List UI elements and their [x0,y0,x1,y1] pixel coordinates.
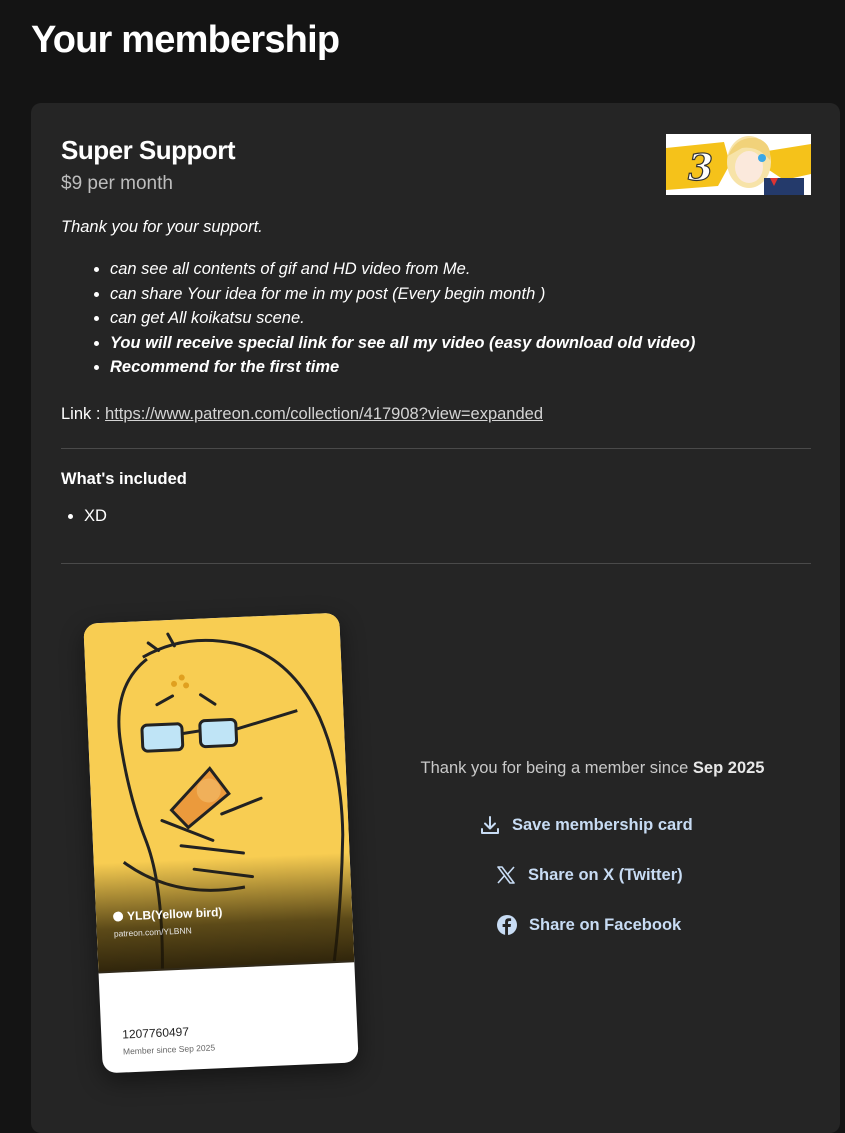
tier-title: Super Support [61,135,236,165]
membership-card-art: YLB(Yellow bird) patreon.com/YLBNN [83,612,355,974]
save-membership-card-label: Save membership card [512,815,693,834]
included-list: XD [61,507,107,526]
whats-included-heading: What's included [61,470,187,488]
download-icon [481,816,499,834]
share-on-facebook-label: Share on Facebook [529,915,682,934]
benefit-item: Recommend for the first time [110,355,821,380]
divider [61,448,811,449]
membership-tier-card: Super Support $9 per month 3 Thank you f… [31,103,840,1133]
card-member-since: Member since Sep 2025 [122,1042,216,1057]
benefit-item: can get All koikatsu scene. [110,306,821,331]
member-since-date: Sep 2025 [692,759,765,777]
collection-link[interactable]: https://www.patreon.com/collection/41790… [105,405,543,423]
benefit-item: You will receive special link for see al… [110,331,821,356]
page-title: Your membership [31,19,340,61]
card-member-id: 1207760497 [121,1024,190,1042]
collection-link-row: Link : https://www.patreon.com/collectio… [61,405,543,424]
benefit-item: can share Your idea for me in my post (E… [110,282,821,307]
tier-price: $9 per month [61,173,173,194]
membership-card-image: YLB(Yellow bird) patreon.com/YLBNN 12077… [83,612,359,1074]
benefits-list: can see all contents of gif and HD video… [61,257,821,380]
share-on-facebook-button[interactable]: Share on Facebook [497,915,681,935]
facebook-icon [497,915,517,935]
member-since-prefix: Thank you for being a member since [420,759,689,777]
link-label: Link : [61,405,101,423]
divider [61,563,811,564]
share-on-x-label: Share on X (Twitter) [528,865,683,884]
thumbnail-number: 3 [688,147,713,189]
save-membership-card-button[interactable]: Save membership card [480,815,693,835]
benefit-item: can see all contents of gif and HD video… [110,257,821,282]
tier-thanks-text: Thank you for your support. [61,218,263,236]
x-logo-icon [497,866,515,884]
member-since-text: Thank you for being a member since Sep 2… [366,759,819,778]
share-on-x-button[interactable]: Share on X (Twitter) [496,865,683,885]
tier-thumbnail: 3 [666,134,811,195]
patreon-logo-icon [112,911,124,922]
included-item: XD [84,507,107,526]
tier-description: Thank you for your support. can see all … [61,218,821,380]
